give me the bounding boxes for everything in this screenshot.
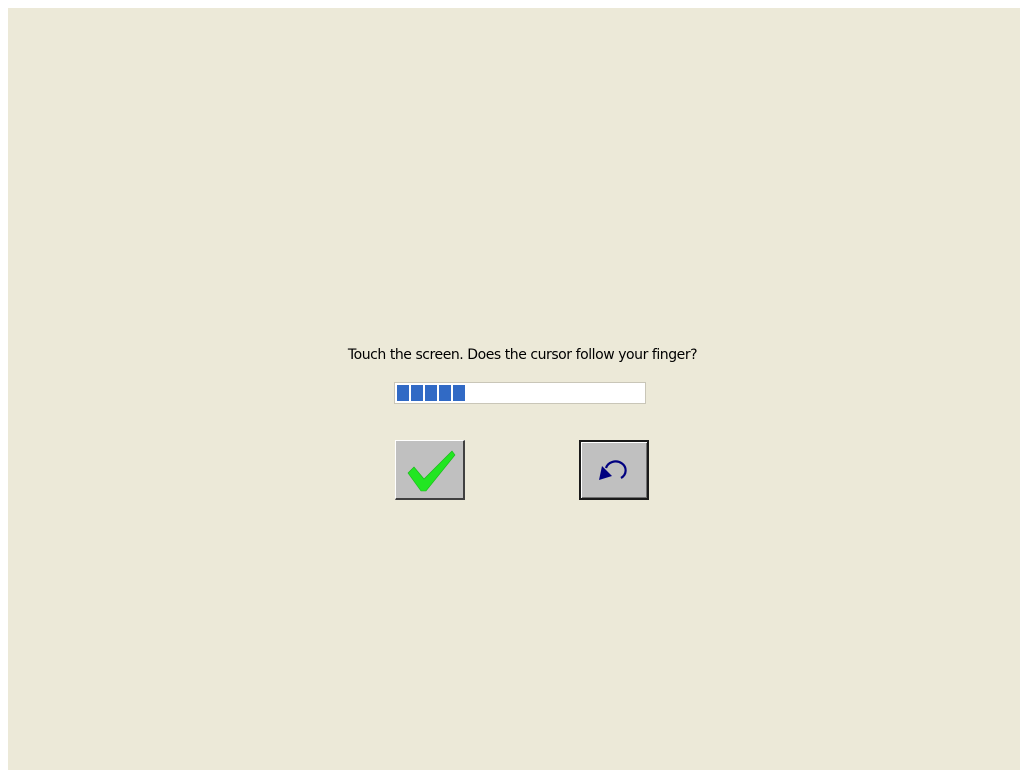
checkmark-icon <box>407 450 455 491</box>
confirm-button[interactable] <box>395 440 465 500</box>
progress-fill <box>397 385 465 401</box>
progress-block <box>425 385 437 401</box>
progress-block <box>453 385 465 401</box>
undo-arrow-icon <box>599 460 627 480</box>
touchscreen-calibration-screen: Touch the screen. Does the cursor follow… <box>8 8 1020 770</box>
progress-block <box>397 385 409 401</box>
progress-block <box>411 385 423 401</box>
prompt-text: Touch the screen. Does the cursor follow… <box>347 347 698 363</box>
progress-block <box>439 385 451 401</box>
retry-button[interactable] <box>579 440 649 500</box>
progress-bar <box>394 382 646 404</box>
